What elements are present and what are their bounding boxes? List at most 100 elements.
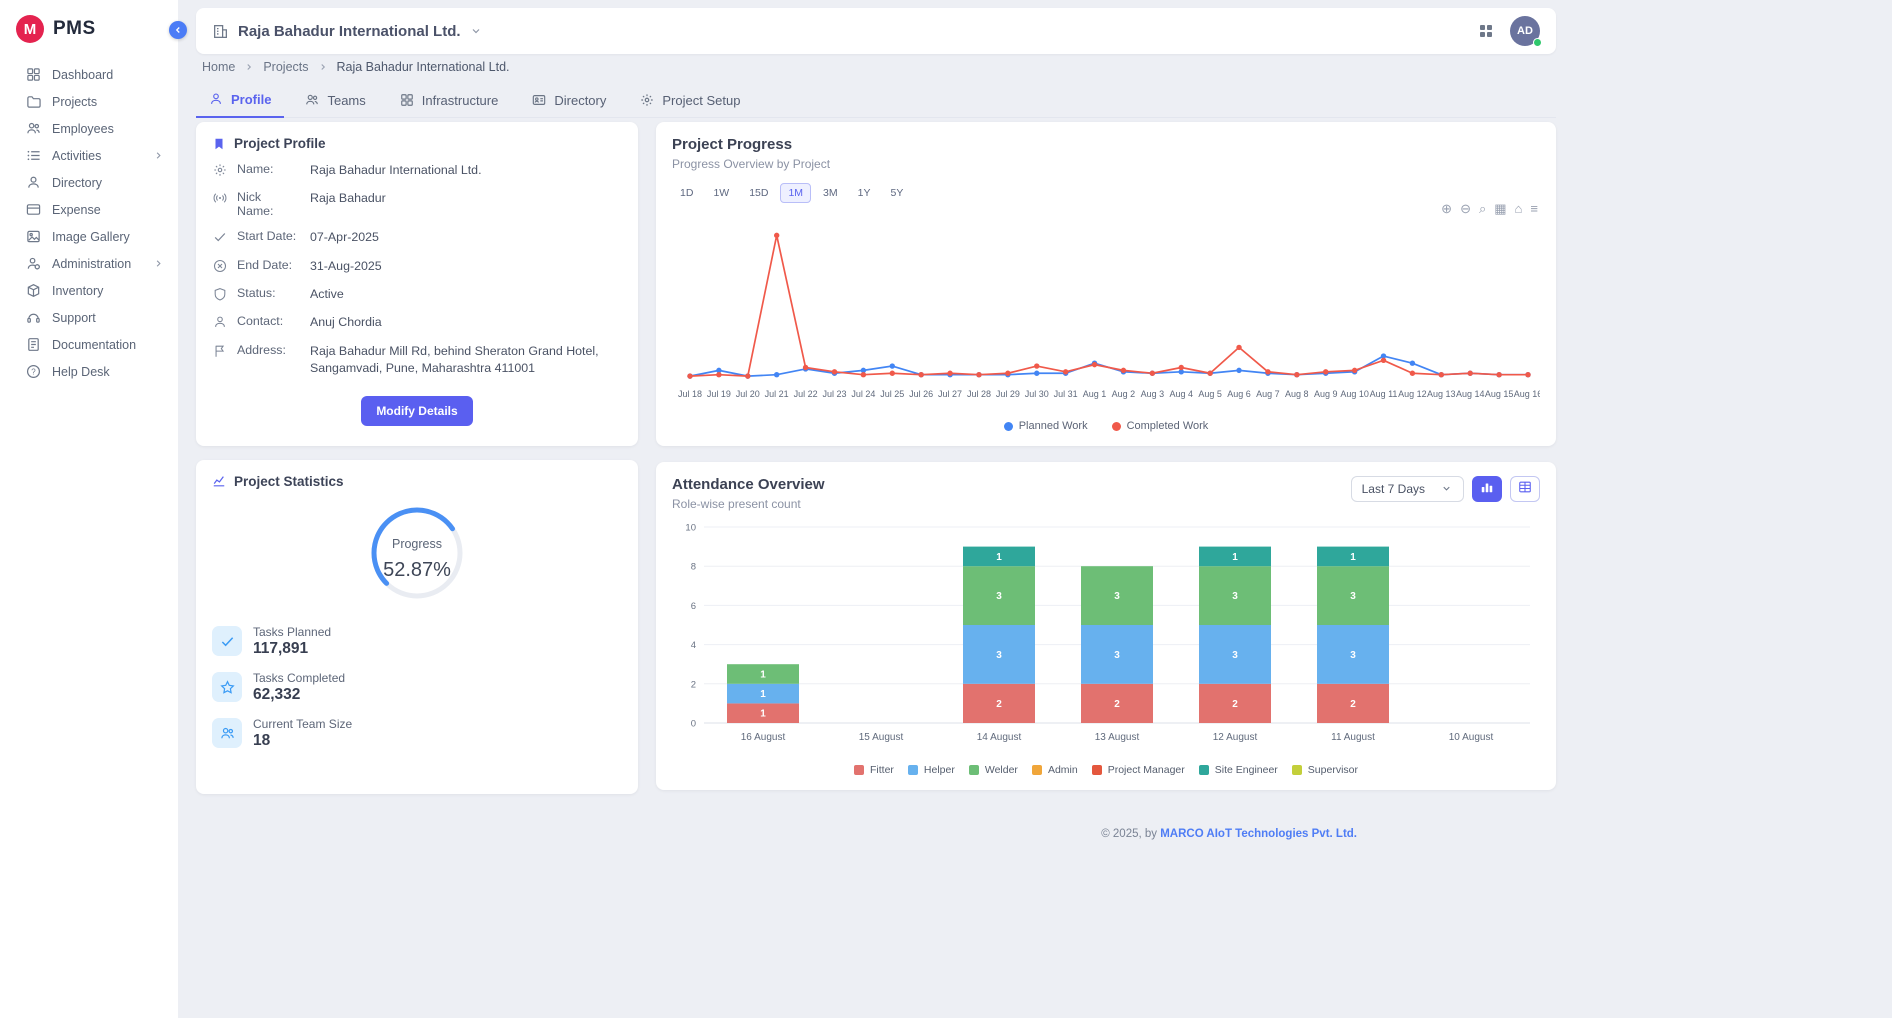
legend-item[interactable]: Supervisor [1292, 764, 1358, 776]
field-name: Name: Raja Bahadur International Ltd. [212, 162, 622, 179]
gear-icon [640, 93, 655, 108]
attendance-bar-chart[interactable]: 024681011116 August15 August233114 Augus… [672, 515, 1540, 760]
bookmark-icon [212, 137, 226, 151]
image-icon [26, 229, 41, 244]
chart-line-icon [212, 474, 226, 488]
tab-directory[interactable]: Directory [519, 84, 619, 117]
svg-text:10 August: 10 August [1449, 732, 1494, 743]
field-value: 07-Apr-2025 [310, 229, 379, 246]
person-icon [26, 175, 41, 190]
legend-item[interactable]: Site Engineer [1199, 764, 1278, 776]
tab-infrastructure[interactable]: Infrastructure [387, 84, 512, 117]
avatar-initials: AD [1517, 25, 1533, 37]
field-label: Start Date: [237, 229, 301, 243]
legend-item[interactable]: Fitter [854, 764, 894, 776]
legend-item[interactable]: Planned Work [1004, 420, 1088, 432]
svg-text:15 August: 15 August [859, 732, 904, 743]
sidebar-item-label: Documentation [52, 338, 136, 352]
modify-details-button[interactable]: Modify Details [361, 396, 472, 426]
footer-copyright: © 2025, by [1101, 828, 1160, 840]
sidebar-item-label: Inventory [52, 284, 103, 298]
range-15d[interactable]: 15D [741, 183, 776, 203]
stat-tasks-completed: Tasks Completed 62,332 [212, 671, 622, 704]
sidebar-item-activities[interactable]: Activities [0, 142, 178, 169]
field-contact: Contact: Anuj Chordia [212, 314, 622, 331]
bar-view-button[interactable] [1472, 476, 1502, 502]
menu-icon[interactable]: ≡ [1530, 202, 1538, 215]
legend-item[interactable]: Helper [908, 764, 955, 776]
check-icon [212, 229, 228, 244]
legend-label: Fitter [870, 764, 894, 776]
zoom-out-icon[interactable]: ⊖ [1460, 202, 1471, 215]
company-selector[interactable]: Raja Bahadur International Ltd. [212, 23, 482, 40]
user-avatar[interactable]: AD [1510, 16, 1540, 46]
range-1d[interactable]: 1D [672, 183, 701, 203]
sidebar-item-documentation[interactable]: Documentation [0, 331, 178, 358]
card-title: Project Profile [234, 136, 326, 151]
field-status: Status: Active [212, 286, 622, 303]
svg-text:Aug 4: Aug 4 [1169, 389, 1193, 399]
range-1w[interactable]: 1W [705, 183, 737, 203]
tab-project-setup[interactable]: Project Setup [627, 84, 753, 117]
legend-swatch [854, 765, 864, 775]
svg-text:10: 10 [685, 523, 696, 534]
sidebar-collapse-button[interactable] [169, 21, 187, 39]
sidebar-item-dashboard[interactable]: Dashboard [0, 61, 178, 88]
legend-item[interactable]: Project Manager [1092, 764, 1185, 776]
legend-item[interactable]: Admin [1032, 764, 1078, 776]
svg-text:Jul 18: Jul 18 [678, 389, 702, 399]
sidebar-item-directory[interactable]: Directory [0, 169, 178, 196]
sidebar-item-projects[interactable]: Projects [0, 88, 178, 115]
legend-item[interactable]: Completed Work [1112, 420, 1209, 432]
sidebar-item-help-desk[interactable]: ? Help Desk [0, 358, 178, 385]
field-label: Nick Name: [237, 190, 301, 218]
tab-profile[interactable]: Profile [196, 84, 284, 118]
svg-text:Jul 30: Jul 30 [1025, 389, 1049, 399]
tab-label: Project Setup [662, 93, 740, 108]
legend-item[interactable]: Welder [969, 764, 1018, 776]
svg-text:4: 4 [691, 640, 696, 651]
breadcrumb-home[interactable]: Home [202, 60, 235, 74]
range-1m[interactable]: 1M [780, 183, 811, 203]
footer-company-link[interactable]: MARCO AIoT Technologies Pvt. Ltd. [1160, 828, 1357, 840]
range-1y[interactable]: 1Y [850, 183, 879, 203]
svg-text:11 August: 11 August [1331, 732, 1375, 743]
breadcrumb-current: Raja Bahadur International Ltd. [337, 60, 510, 74]
people-icon [212, 718, 242, 748]
tab-teams[interactable]: Teams [292, 84, 378, 117]
sidebar-item-inventory[interactable]: Inventory [0, 277, 178, 304]
table-icon [1518, 480, 1532, 499]
progress-line-chart[interactable]: Jul 18Jul 19Jul 20Jul 21Jul 22Jul 23Jul … [672, 207, 1540, 414]
range-5y[interactable]: 5Y [882, 183, 911, 203]
zoom-in-icon[interactable]: ⊕ [1441, 202, 1452, 215]
chart-subtitle: Progress Overview by Project [672, 157, 1540, 171]
gauge-arc [367, 503, 467, 603]
home-icon[interactable]: ⌂ [1515, 202, 1523, 215]
check-icon [212, 626, 242, 656]
pan-icon[interactable]: ▦ [1494, 202, 1506, 215]
legend-label: Supervisor [1308, 764, 1358, 776]
sidebar-item-label: Help Desk [52, 365, 110, 379]
chevron-down-icon [470, 25, 482, 37]
sidebar-item-expense[interactable]: Expense [0, 196, 178, 223]
sidebar-item-support[interactable]: Support [0, 304, 178, 331]
stat-label: Current Team Size [253, 717, 352, 731]
sidebar-item-image-gallery[interactable]: Image Gallery [0, 223, 178, 250]
breadcrumb-projects[interactable]: Projects [263, 60, 308, 74]
svg-text:Jul 29: Jul 29 [996, 389, 1020, 399]
star-icon [212, 672, 242, 702]
date-range-select[interactable]: Last 7 Days [1351, 476, 1464, 502]
apps-grid-icon[interactable] [1478, 23, 1494, 39]
main-content: Project Profile Name: Raja Bahadur Inter… [196, 122, 1556, 794]
table-view-button[interactable] [1510, 476, 1540, 502]
sidebar-item-label: Employees [52, 122, 114, 136]
field-value: Active [310, 286, 344, 303]
zoom-icon[interactable]: ⌕ [1479, 202, 1486, 215]
headset-icon [26, 310, 41, 325]
svg-text:Aug 6: Aug 6 [1227, 389, 1251, 399]
sidebar-item-administration[interactable]: Administration [0, 250, 178, 277]
sidebar-item-employees[interactable]: Employees [0, 115, 178, 142]
range-3m[interactable]: 3M [815, 183, 846, 203]
attendance-overview-card: Attendance Overview Role-wise present co… [656, 462, 1556, 790]
app-logo[interactable]: M PMS [0, 0, 178, 61]
